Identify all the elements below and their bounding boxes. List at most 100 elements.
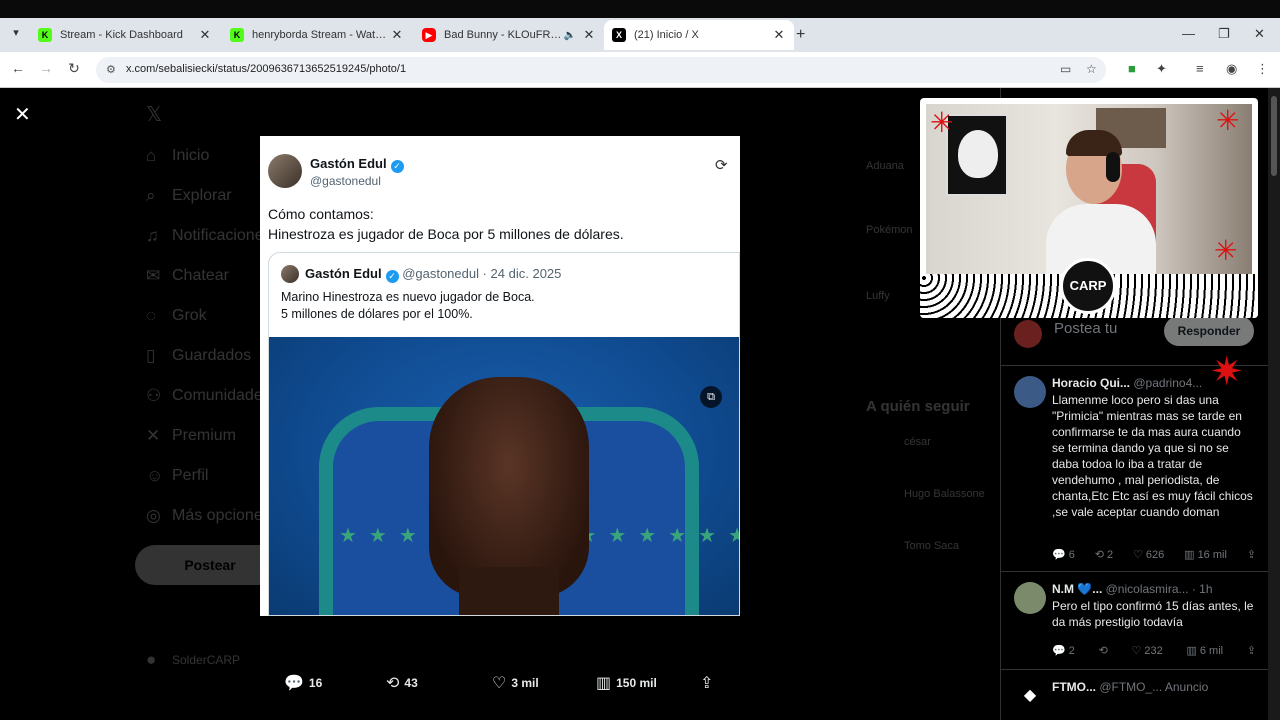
menu-kebab-icon[interactable]: ⋮ bbox=[1256, 61, 1269, 77]
extension-icon[interactable]: ■ bbox=[1128, 61, 1136, 76]
reply-input[interactable]: Postea tu bbox=[1054, 320, 1117, 337]
sidebar-label: Chatear bbox=[172, 267, 229, 284]
tab-title: (21) Inicio / X bbox=[634, 29, 699, 41]
reply-time: · 1h bbox=[1191, 582, 1213, 596]
reply-item[interactable]: Horacio Qui... @padrino4... Llamenme loc… bbox=[1000, 366, 1268, 572]
follow-suggestion[interactable]: césar bbox=[904, 436, 931, 448]
close-window-icon[interactable]: ✕ bbox=[1254, 26, 1265, 42]
reply-author: N.M 💙... bbox=[1052, 582, 1103, 596]
tab-henryborda-stream[interactable]: K henryborda Stream - Watch Live ✕ bbox=[222, 22, 412, 48]
author-name: Gastón Edul bbox=[310, 156, 387, 171]
share-icon[interactable]: ⇪ bbox=[1247, 644, 1256, 657]
reply-handle: @padrino4... bbox=[1133, 376, 1203, 390]
repost-count: 43 bbox=[404, 676, 418, 690]
view-count: 6 mil bbox=[1199, 645, 1224, 657]
cast-icon[interactable]: ▭ bbox=[1060, 62, 1071, 76]
tab-x-inicio[interactable]: X (21) Inicio / X ✕ bbox=[604, 20, 794, 50]
people-icon: ⚇ bbox=[146, 386, 162, 405]
sidebar-item-perfil[interactable]: ☺ Perfil bbox=[146, 466, 208, 486]
close-media-icon[interactable]: ✕ bbox=[14, 102, 31, 127]
repost-stat[interactable]: ⟲ 2 bbox=[1095, 548, 1113, 561]
tab-search-chevron-icon[interactable]: ▾ bbox=[6, 26, 26, 44]
image-edit-icon[interactable]: ⧉ bbox=[700, 386, 722, 408]
sidebar-item-chatear[interactable]: ✉ Chatear bbox=[146, 266, 229, 286]
sidebar-label: Inicio bbox=[172, 147, 210, 164]
avatar bbox=[1014, 582, 1046, 614]
account-switcher[interactable]: ● SolderCARP bbox=[146, 650, 240, 670]
x-logo-icon[interactable]: 𝕏 bbox=[146, 102, 162, 127]
sidebar-label: Explorar bbox=[172, 187, 232, 204]
close-tab-icon[interactable]: ✕ bbox=[390, 27, 404, 43]
sidebar-label: Comunidades bbox=[172, 387, 271, 404]
webcam-overlay: ✳ ✳ ✳ CARP bbox=[920, 98, 1258, 318]
tweet-author: Gastón Edul ✓ bbox=[310, 156, 404, 173]
sidebar-item-notificaciones[interactable]: ♫ Notificaciones bbox=[146, 226, 272, 246]
new-tab-icon[interactable]: + bbox=[796, 26, 805, 44]
more-icon: ◎ bbox=[146, 506, 161, 525]
like-stat[interactable]: ♡ 626 bbox=[1133, 548, 1164, 561]
reload-icon[interactable]: ↻ bbox=[64, 60, 84, 77]
sidebar-label: Premium bbox=[172, 427, 237, 444]
tab-bad-bunny[interactable]: ▶ Bad Bunny - KLOuFRENS (V 🔈 ✕ bbox=[414, 22, 604, 48]
puzzle-extensions-icon[interactable]: ✦ bbox=[1156, 61, 1167, 77]
ad-item[interactable]: ◆ FTMO... @FTMO_... Anuncio bbox=[1000, 670, 1268, 720]
share-icon[interactable]: ⇪ bbox=[1247, 548, 1256, 561]
view-stat[interactable]: ▥ 16 mil bbox=[1184, 548, 1227, 561]
account-name: SolderCARP bbox=[172, 653, 241, 667]
trend-item[interactable]: Luffy bbox=[866, 290, 890, 302]
forward-arrow-icon[interactable]: → bbox=[36, 60, 56, 76]
back-arrow-icon[interactable]: ← bbox=[8, 60, 28, 76]
sidebar-item-inicio[interactable]: ⌂ Inicio bbox=[146, 146, 209, 166]
minimize-icon[interactable]: — bbox=[1182, 26, 1195, 41]
reply-button[interactable]: Responder bbox=[1164, 316, 1254, 346]
sidebar-item-premium[interactable]: ✕ Premium bbox=[146, 426, 236, 446]
sidebar-item-mas-opciones[interactable]: ◎ Más opciones bbox=[146, 506, 271, 526]
media-image[interactable]: Gastón Edul ✓ @gastonedul ⟳ Cómo contamos… bbox=[260, 136, 740, 616]
reply-action[interactable]: 💬 16 bbox=[284, 672, 322, 694]
sidebar-label: Guardados bbox=[172, 347, 252, 364]
close-tab-icon[interactable]: ✕ bbox=[772, 27, 786, 43]
profile-icon[interactable]: ◉ bbox=[1226, 61, 1237, 77]
sidebar-item-comunidades[interactable]: ⚇ Comunidades bbox=[146, 386, 271, 406]
who-to-follow-heading: A quién seguir bbox=[866, 398, 970, 415]
scrollbar[interactable] bbox=[1268, 88, 1280, 720]
comment-stat[interactable]: 💬 6 bbox=[1052, 548, 1075, 561]
address-bar[interactable]: ⚙ x.com/sebalisiecki/status/200963671365… bbox=[96, 57, 1106, 83]
share-action[interactable]: ⇪ bbox=[700, 672, 718, 694]
views-action[interactable]: ▥ 150 mil bbox=[596, 672, 657, 694]
site-info-icon[interactable]: ⚙ bbox=[106, 63, 116, 76]
follow-suggestion[interactable]: Tomo Saca bbox=[904, 540, 959, 552]
reply-count: 16 bbox=[308, 676, 323, 690]
repost-action[interactable]: ⟲ 43 bbox=[386, 672, 418, 694]
tab-kick-dashboard[interactable]: K Stream - Kick Dashboard ✕ bbox=[30, 22, 220, 48]
repost-stat[interactable]: ⟲ bbox=[1099, 644, 1108, 657]
close-tab-icon[interactable]: ✕ bbox=[582, 27, 596, 43]
maximize-icon[interactable]: ❐ bbox=[1218, 26, 1230, 42]
kick-icon: K bbox=[38, 28, 52, 42]
view-stat[interactable]: ▥ 6 mil bbox=[1186, 644, 1223, 657]
like-count: 626 bbox=[1145, 549, 1165, 561]
tab-title: Bad Bunny - KLOuFRENS (V bbox=[444, 29, 564, 41]
close-tab-icon[interactable]: ✕ bbox=[198, 27, 212, 43]
scrollbar-thumb[interactable] bbox=[1271, 96, 1277, 176]
headphones-icon bbox=[1106, 152, 1120, 182]
sidebar-item-guardados[interactable]: ▯ Guardados bbox=[146, 346, 251, 366]
speaker-mute-icon[interactable]: 🔈 bbox=[564, 30, 576, 41]
verified-badge-icon: ✓ bbox=[390, 160, 404, 173]
tweet-text: Cómo contamos: Hinestroza es jugador de … bbox=[268, 204, 624, 244]
like-stat[interactable]: ♡ 232 bbox=[1131, 644, 1162, 657]
bookmark-star-icon[interactable]: ☆ bbox=[1086, 62, 1097, 76]
reply-item[interactable]: N.M 💙... @nicolasmira... · 1h Pero el ti… bbox=[1000, 572, 1268, 670]
sidebar-item-explorar[interactable]: ⌕ Explorar bbox=[146, 186, 232, 206]
follow-suggestion[interactable]: Hugo Balassone bbox=[904, 488, 985, 500]
url-text[interactable]: x.com/sebalisiecki/status/20096367136525… bbox=[126, 63, 406, 75]
grok-icon: ◌ bbox=[146, 306, 157, 325]
like-action[interactable]: ♡ 3 mil bbox=[492, 672, 539, 694]
media-control-icon[interactable]: ≡ bbox=[1196, 61, 1204, 76]
trend-item[interactable]: Pokémon bbox=[866, 224, 912, 236]
sidebar-item-grok[interactable]: ◌ Grok bbox=[146, 306, 207, 326]
comment-stat[interactable]: 💬 2 bbox=[1052, 644, 1075, 657]
reply-author: Horacio Qui... bbox=[1052, 376, 1131, 390]
trend-item[interactable]: Aduana bbox=[866, 160, 904, 172]
repost-count: 2 bbox=[1107, 549, 1114, 561]
